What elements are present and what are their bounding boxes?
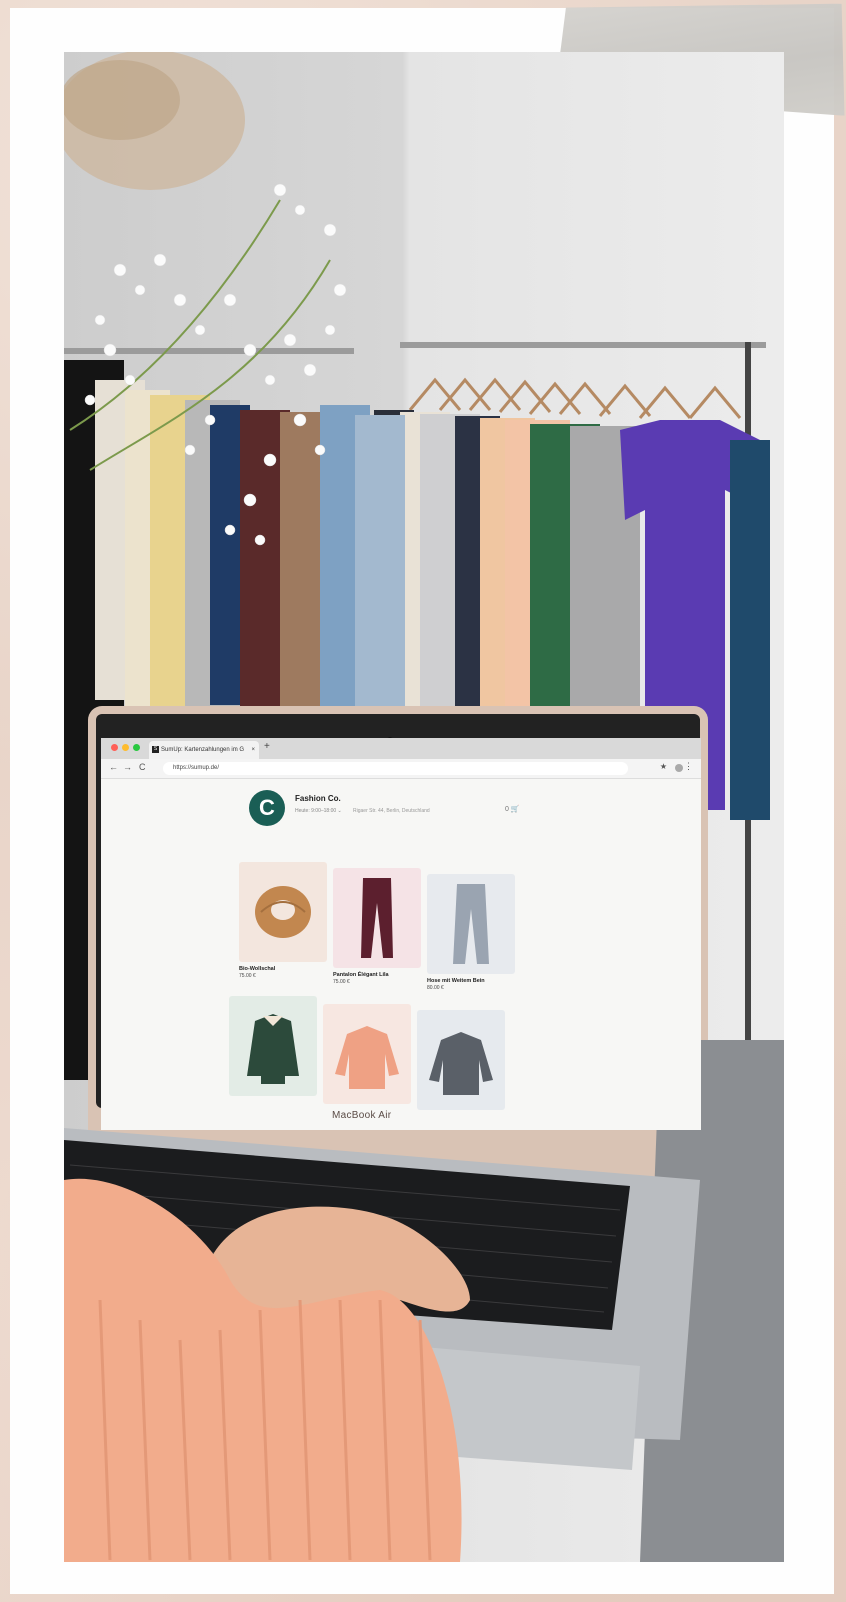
product-card[interactable]	[323, 1004, 411, 1104]
photo: S SumUp: Kartenzahlungen im G × + ← → C …	[64, 52, 784, 1562]
tab-title: SumUp: Kartenzahlungen im G	[161, 747, 245, 753]
product-card[interactable]: Hose mit Weitem Bein 80.00 €	[427, 874, 515, 991]
reload-icon[interactable]: C	[139, 762, 146, 772]
opening-hours-dropdown[interactable]: Heute: 9:00–18:00 ⌄	[295, 808, 342, 814]
pampas-grass	[64, 52, 245, 190]
product-image[interactable]	[427, 874, 515, 974]
address-bar[interactable]: https://sumup.de/	[163, 762, 628, 775]
browser-menu-icon[interactable]: ⋮	[684, 761, 693, 772]
back-arrow-icon[interactable]: ←	[109, 762, 118, 772]
shop-address: Rigaer Str. 44, Berlin, Deutschland	[353, 808, 430, 814]
maroon-pants-icon	[333, 868, 421, 968]
product-card[interactable]	[417, 1010, 505, 1110]
address-toolbar: ← → C https://sumup.de/ ★ ⋮	[101, 759, 701, 779]
browser-window: S SumUp: Kartenzahlungen im G × + ← → C …	[101, 738, 701, 1130]
shop-logo[interactable]: C	[249, 790, 285, 826]
browser-tab[interactable]: S SumUp: Kartenzahlungen im G ×	[149, 741, 259, 759]
minimize-window-button[interactable]	[122, 744, 129, 751]
laptop-screen: S SumUp: Kartenzahlungen im G × + ← → C …	[101, 738, 701, 1130]
product-image[interactable]	[323, 1004, 411, 1104]
product-price: 75.00 €	[333, 979, 350, 985]
product-image[interactable]	[229, 996, 317, 1096]
product-image[interactable]	[333, 868, 421, 968]
bookmark-star-icon[interactable]: ★	[660, 762, 667, 771]
product-image[interactable]	[417, 1010, 505, 1110]
scarf-icon	[239, 862, 327, 962]
shop-name: Fashion Co.	[295, 794, 341, 803]
product-price: 75.00 €	[239, 973, 256, 979]
maximize-window-button[interactable]	[133, 744, 140, 751]
new-tab-button[interactable]: +	[264, 741, 270, 752]
window-controls	[111, 744, 140, 751]
jacket-icon	[229, 996, 317, 1096]
pink-sweater-icon	[323, 1004, 411, 1104]
clothing-rail-right	[400, 342, 766, 348]
close-window-button[interactable]	[111, 744, 118, 751]
product-card[interactable]: Pantalon Élégant Lila 75.00 €	[333, 868, 421, 985]
product-name: Bio-Wollschal	[239, 966, 276, 972]
forward-arrow-icon[interactable]: →	[123, 762, 132, 772]
product-price: 80.00 €	[427, 985, 444, 991]
laptop-model-label: MacBook Air	[332, 1110, 392, 1121]
wooden-hangers	[408, 377, 742, 419]
browser-tab-bar: S SumUp: Kartenzahlungen im G × +	[101, 738, 701, 759]
product-card[interactable]: Bio-Wollschal 75.00 €	[239, 862, 327, 979]
grey-sweater-icon	[417, 1010, 505, 1110]
tab-close-icon[interactable]: ×	[251, 741, 255, 759]
cart-icon[interactable]: 0 🛒	[505, 805, 520, 813]
product-name: Hose mit Weitem Bein	[427, 978, 485, 984]
sumup-favicon-icon: S	[152, 746, 159, 753]
profile-avatar[interactable]	[675, 764, 683, 772]
product-image[interactable]	[239, 862, 327, 962]
grey-pants-icon	[427, 874, 515, 974]
product-name: Pantalon Élégant Lila	[333, 972, 389, 978]
product-card[interactable]	[229, 996, 317, 1096]
